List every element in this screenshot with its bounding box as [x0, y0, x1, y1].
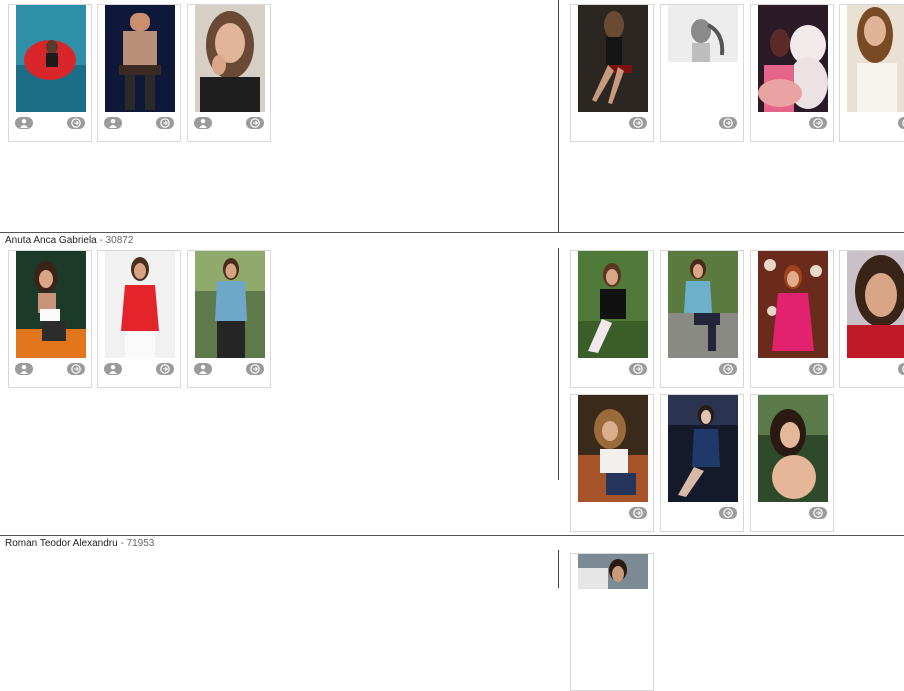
- row-divider: [0, 232, 904, 233]
- model-photo[interactable]: [16, 5, 86, 112]
- model-photo[interactable]: [668, 395, 738, 502]
- photo-card: [97, 4, 181, 142]
- row-id: 30872: [105, 235, 134, 246]
- photo-card: [839, 250, 904, 388]
- photo-card: [570, 553, 654, 691]
- photo-card: [660, 394, 744, 532]
- column-divider: [558, 0, 559, 232]
- arrow-circle-icon: [809, 118, 827, 128]
- column-divider: [558, 550, 559, 588]
- photo-card: [750, 250, 834, 388]
- photo-card: [187, 4, 271, 142]
- model-photo[interactable]: [195, 5, 265, 112]
- user-icon: [194, 118, 212, 128]
- user-icon: [15, 118, 33, 128]
- open-button[interactable]: [629, 117, 647, 129]
- open-button[interactable]: [809, 117, 827, 129]
- open-button[interactable]: [629, 363, 647, 375]
- photo-card: [97, 250, 181, 388]
- open-button[interactable]: [809, 363, 827, 375]
- arrow-circle-icon: [67, 364, 85, 374]
- arrow-circle-icon: [246, 118, 264, 128]
- photo-card: [570, 250, 654, 388]
- model-photo[interactable]: [578, 395, 648, 502]
- photo-card: [660, 4, 744, 142]
- profile-button[interactable]: [104, 363, 122, 375]
- model-photo[interactable]: [847, 251, 904, 358]
- open-button[interactable]: [67, 117, 85, 129]
- photo-card: [8, 4, 92, 142]
- photo-card: [570, 394, 654, 532]
- open-button[interactable]: [629, 507, 647, 519]
- profile-button[interactable]: [104, 117, 122, 129]
- arrow-circle-icon: [719, 118, 737, 128]
- open-button[interactable]: [898, 363, 904, 375]
- user-icon: [104, 118, 122, 128]
- arrow-circle-icon: [156, 364, 174, 374]
- model-photo[interactable]: [668, 5, 738, 62]
- arrow-circle-icon: [809, 364, 827, 374]
- model-photo[interactable]: [578, 554, 648, 589]
- row-name: Anuta Anca Gabriela: [5, 235, 97, 246]
- open-button[interactable]: [898, 117, 904, 129]
- row-title[interactable]: Roman Teodor Alexandru - 71953: [5, 538, 154, 549]
- arrow-circle-icon: [67, 118, 85, 128]
- open-button[interactable]: [719, 363, 737, 375]
- model-photo[interactable]: [668, 251, 738, 358]
- arrow-circle-icon: [719, 364, 737, 374]
- open-button[interactable]: [246, 363, 264, 375]
- open-button[interactable]: [67, 363, 85, 375]
- model-photo[interactable]: [847, 5, 904, 112]
- model-photo[interactable]: [578, 251, 648, 358]
- model-photo[interactable]: [578, 5, 648, 112]
- profile-button[interactable]: [194, 363, 212, 375]
- open-button[interactable]: [246, 117, 264, 129]
- row-separator: -: [117, 538, 127, 549]
- row-title[interactable]: Anuta Anca Gabriela - 30872: [5, 235, 133, 246]
- row-separator: -: [96, 235, 106, 246]
- arrow-circle-icon: [629, 118, 647, 128]
- model-photo[interactable]: [16, 251, 86, 358]
- open-button[interactable]: [809, 507, 827, 519]
- model-photo[interactable]: [758, 251, 828, 358]
- photo-card: [750, 394, 834, 532]
- arrow-circle-icon: [898, 118, 904, 128]
- open-button[interactable]: [719, 507, 737, 519]
- arrow-circle-icon: [629, 508, 647, 518]
- photo-card: [187, 250, 271, 388]
- model-photo[interactable]: [105, 251, 175, 358]
- arrow-circle-icon: [156, 118, 174, 128]
- profile-button[interactable]: [15, 363, 33, 375]
- model-photo[interactable]: [758, 5, 828, 112]
- arrow-circle-icon: [246, 364, 264, 374]
- open-button[interactable]: [156, 363, 174, 375]
- row-divider: [0, 535, 904, 536]
- photo-card: [8, 250, 92, 388]
- photo-card: [839, 4, 904, 142]
- open-button[interactable]: [156, 117, 174, 129]
- user-icon: [104, 364, 122, 374]
- user-icon: [15, 364, 33, 374]
- model-photo[interactable]: [758, 395, 828, 502]
- arrow-circle-icon: [809, 508, 827, 518]
- row-id: 71953: [126, 538, 155, 549]
- open-button[interactable]: [719, 117, 737, 129]
- profile-button[interactable]: [194, 117, 212, 129]
- profile-button[interactable]: [15, 117, 33, 129]
- user-icon: [194, 364, 212, 374]
- arrow-circle-icon: [719, 508, 737, 518]
- arrow-circle-icon: [629, 364, 647, 374]
- photo-card: [570, 4, 654, 142]
- model-photo[interactable]: [195, 251, 265, 358]
- column-divider: [558, 248, 559, 480]
- photo-card: [660, 250, 744, 388]
- photo-card: [750, 4, 834, 142]
- arrow-circle-icon: [898, 364, 904, 374]
- row-name: Roman Teodor Alexandru: [5, 538, 118, 549]
- model-photo[interactable]: [105, 5, 175, 112]
